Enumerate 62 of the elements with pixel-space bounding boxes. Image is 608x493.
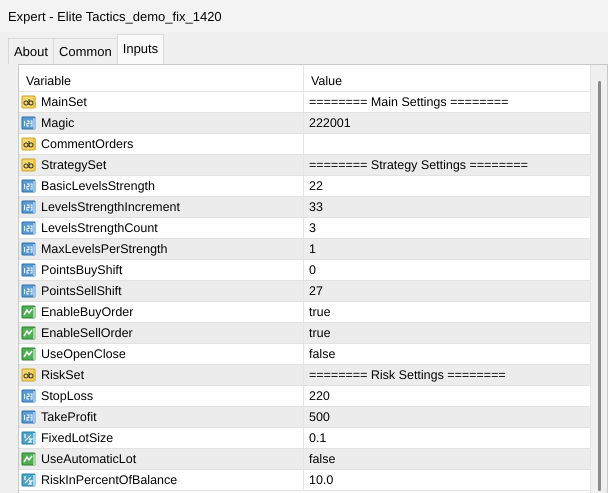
chart-type-icon: [21, 346, 37, 362]
number-type-icon: [21, 220, 37, 236]
value-cell[interactable]: 220: [304, 386, 590, 406]
value-cell[interactable]: 1: [304, 239, 590, 259]
number-type-icon: [21, 178, 37, 194]
variable-name: RiskSet: [41, 366, 84, 384]
scrollbar[interactable]: [590, 65, 607, 493]
text-type-icon: [21, 94, 37, 110]
value-cell[interactable]: ======== Risk Settings ========: [304, 365, 590, 385]
variable-name: PointsSellShift: [41, 282, 122, 300]
variable-name: StopLoss: [41, 388, 94, 405]
chart-type-icon: [21, 325, 37, 341]
value-cell[interactable]: 33: [304, 197, 590, 217]
fraction-type-icon: [21, 430, 37, 446]
value-cell[interactable]: false: [304, 449, 590, 469]
variable-name: BasicLevelsStrength: [41, 178, 155, 195]
fraction-type-icon: [21, 472, 37, 488]
value-cell[interactable]: 10.0: [304, 470, 590, 490]
scroll-thumb[interactable]: [598, 81, 600, 491]
column-header[interactable]: Variable: [19, 65, 304, 91]
variable-name: MainSet: [41, 94, 87, 111]
chart-type-icon: [21, 451, 37, 467]
number-type-icon: [21, 241, 37, 257]
value-cell[interactable]: true: [304, 302, 590, 322]
variable-name: EnableSellOrder: [41, 324, 133, 342]
value-cell[interactable]: 500: [304, 407, 590, 427]
number-type-icon: [21, 409, 37, 425]
value-cell[interactable]: 3: [304, 218, 590, 238]
text-type-icon: [21, 367, 37, 383]
variable-name: RiskInPercentOfBalance: [41, 472, 178, 489]
variable-name: MaxLevelsPerStrength: [41, 240, 168, 258]
value-cell[interactable]: ======== Main Settings ========: [304, 92, 590, 112]
value-cell[interactable]: true: [304, 323, 590, 343]
value-cell[interactable]: 0.1: [304, 428, 590, 448]
variable-name: LevelsStrengthCount: [41, 220, 158, 237]
number-type-icon: [21, 262, 37, 278]
text-type-icon: [21, 157, 37, 173]
number-type-icon: [21, 283, 37, 299]
value-cell[interactable]: 0: [304, 260, 590, 280]
variable-name: UseAutomaticLot: [41, 450, 136, 468]
value-cell[interactable]: 27: [304, 281, 590, 301]
value-cell[interactable]: 22: [304, 176, 590, 196]
variable-name: Magic: [41, 114, 74, 132]
tab[interactable]: Inputs: [116, 34, 164, 64]
number-type-icon: [21, 115, 37, 131]
chart-type-icon: [21, 304, 37, 320]
variable-name: StrategySet: [41, 156, 106, 174]
value-cell[interactable]: ======== Strategy Settings ========: [304, 155, 590, 175]
variable-name: EnableBuyOrder: [41, 304, 134, 321]
variable-name: FixedLotSize: [41, 430, 114, 447]
variable-name: LevelsStrengthIncrement: [41, 198, 180, 216]
variable-name: TakeProfit: [41, 408, 97, 426]
value-cell[interactable]: false: [304, 344, 590, 364]
number-type-icon: [21, 388, 37, 404]
variable-name: PointsBuyShift: [41, 262, 122, 279]
tab[interactable]: About: [8, 38, 54, 64]
value-cell[interactable]: 222001: [304, 113, 590, 133]
variable-name: CommentOrders: [41, 136, 134, 153]
column-header[interactable]: Value: [304, 65, 590, 91]
number-type-icon: [21, 199, 37, 215]
variable-name: UseOpenClose: [41, 346, 126, 363]
text-type-icon: [21, 136, 37, 152]
